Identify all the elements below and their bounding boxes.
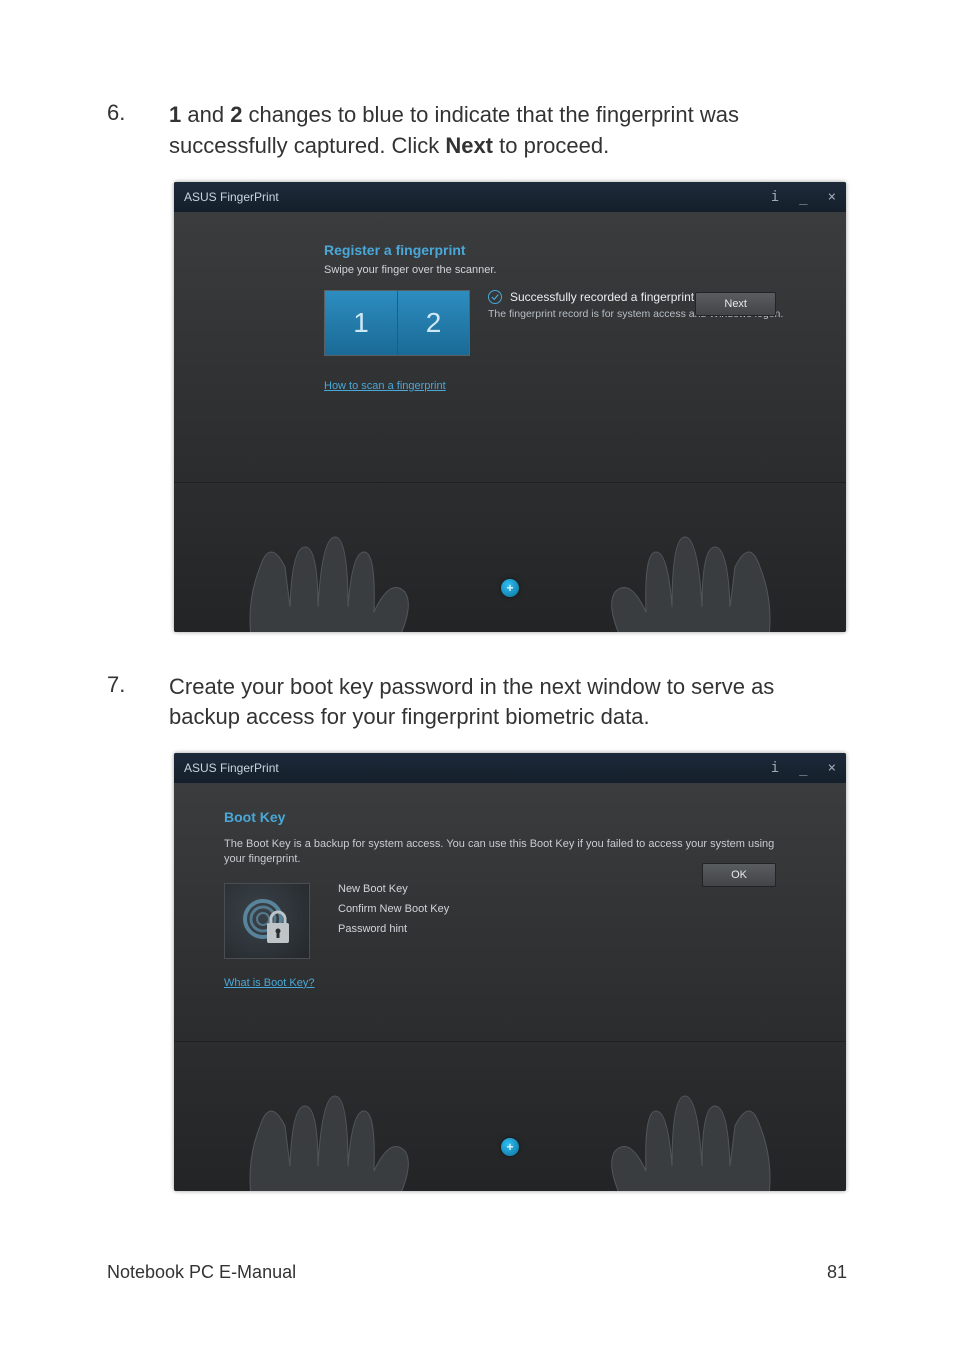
step-number: 6.: [107, 100, 169, 162]
titlebar: ASUS FingerPrint i _ ×: [174, 182, 846, 212]
next-button[interactable]: Next: [695, 292, 776, 316]
password-hint-label: Password hint: [338, 923, 449, 935]
screenshot-boot-key: ASUS FingerPrint i _ × Boot Key The Boot…: [174, 753, 846, 1191]
bold-1: 1: [169, 102, 181, 127]
info-icon[interactable]: i: [771, 189, 779, 205]
step-number: 7.: [107, 672, 169, 734]
titlebar: ASUS FingerPrint i _ ×: [174, 753, 846, 783]
right-hand-icon: [570, 497, 790, 632]
footer-left: Notebook PC E-Manual: [107, 1262, 296, 1283]
capture-box-1: 1: [325, 291, 397, 355]
window-title: ASUS FingerPrint: [184, 190, 771, 204]
step-text: 1 and 2 changes to blue to indicate that…: [169, 100, 847, 162]
boot-key-lock-icon: [224, 883, 310, 959]
check-icon: [488, 290, 502, 304]
window-title: ASUS FingerPrint: [184, 761, 771, 775]
close-icon[interactable]: ×: [828, 760, 836, 776]
capture-box-2: 2: [397, 291, 469, 355]
how-to-scan-link[interactable]: How to scan a fingerprint: [324, 380, 446, 392]
hands-area: +: [174, 1041, 846, 1191]
add-fingerprint-icon[interactable]: +: [501, 579, 519, 597]
ok-button[interactable]: OK: [702, 863, 776, 887]
step-6: 6. 1 and 2 changes to blue to indicate t…: [107, 100, 847, 162]
hands-area: +: [174, 482, 846, 632]
new-boot-key-label: New Boot Key: [338, 883, 449, 895]
panel-subtext: Swipe your finger over the scanner.: [324, 264, 806, 276]
what-is-boot-key-link[interactable]: What is Boot Key?: [224, 977, 315, 989]
minimize-icon[interactable]: _: [799, 760, 807, 776]
bold-2: 2: [230, 102, 242, 127]
left-hand-icon: [230, 1056, 450, 1191]
screenshot-register-fingerprint: ASUS FingerPrint i _ × Register a finger…: [174, 182, 846, 632]
step-7: 7. Create your boot key password in the …: [107, 672, 847, 734]
left-hand-icon: [230, 497, 450, 632]
page-footer: Notebook PC E-Manual 81: [107, 1262, 847, 1283]
close-icon[interactable]: ×: [828, 189, 836, 205]
capture-boxes: 1 2: [324, 290, 470, 356]
minimize-icon[interactable]: _: [799, 189, 807, 205]
panel-heading: Boot Key: [224, 809, 786, 825]
success-title: Successfully recorded a fingerprint.: [510, 290, 697, 304]
right-hand-icon: [570, 1056, 790, 1191]
info-icon[interactable]: i: [771, 760, 779, 776]
panel-description: The Boot Key is a backup for system acce…: [224, 837, 786, 867]
page-number: 81: [827, 1262, 847, 1283]
add-fingerprint-icon[interactable]: +: [501, 1138, 519, 1156]
step-text: Create your boot key password in the nex…: [169, 672, 847, 734]
bold-next: Next: [445, 133, 493, 158]
confirm-boot-key-label: Confirm New Boot Key: [338, 903, 449, 915]
panel-heading: Register a fingerprint: [324, 242, 806, 258]
